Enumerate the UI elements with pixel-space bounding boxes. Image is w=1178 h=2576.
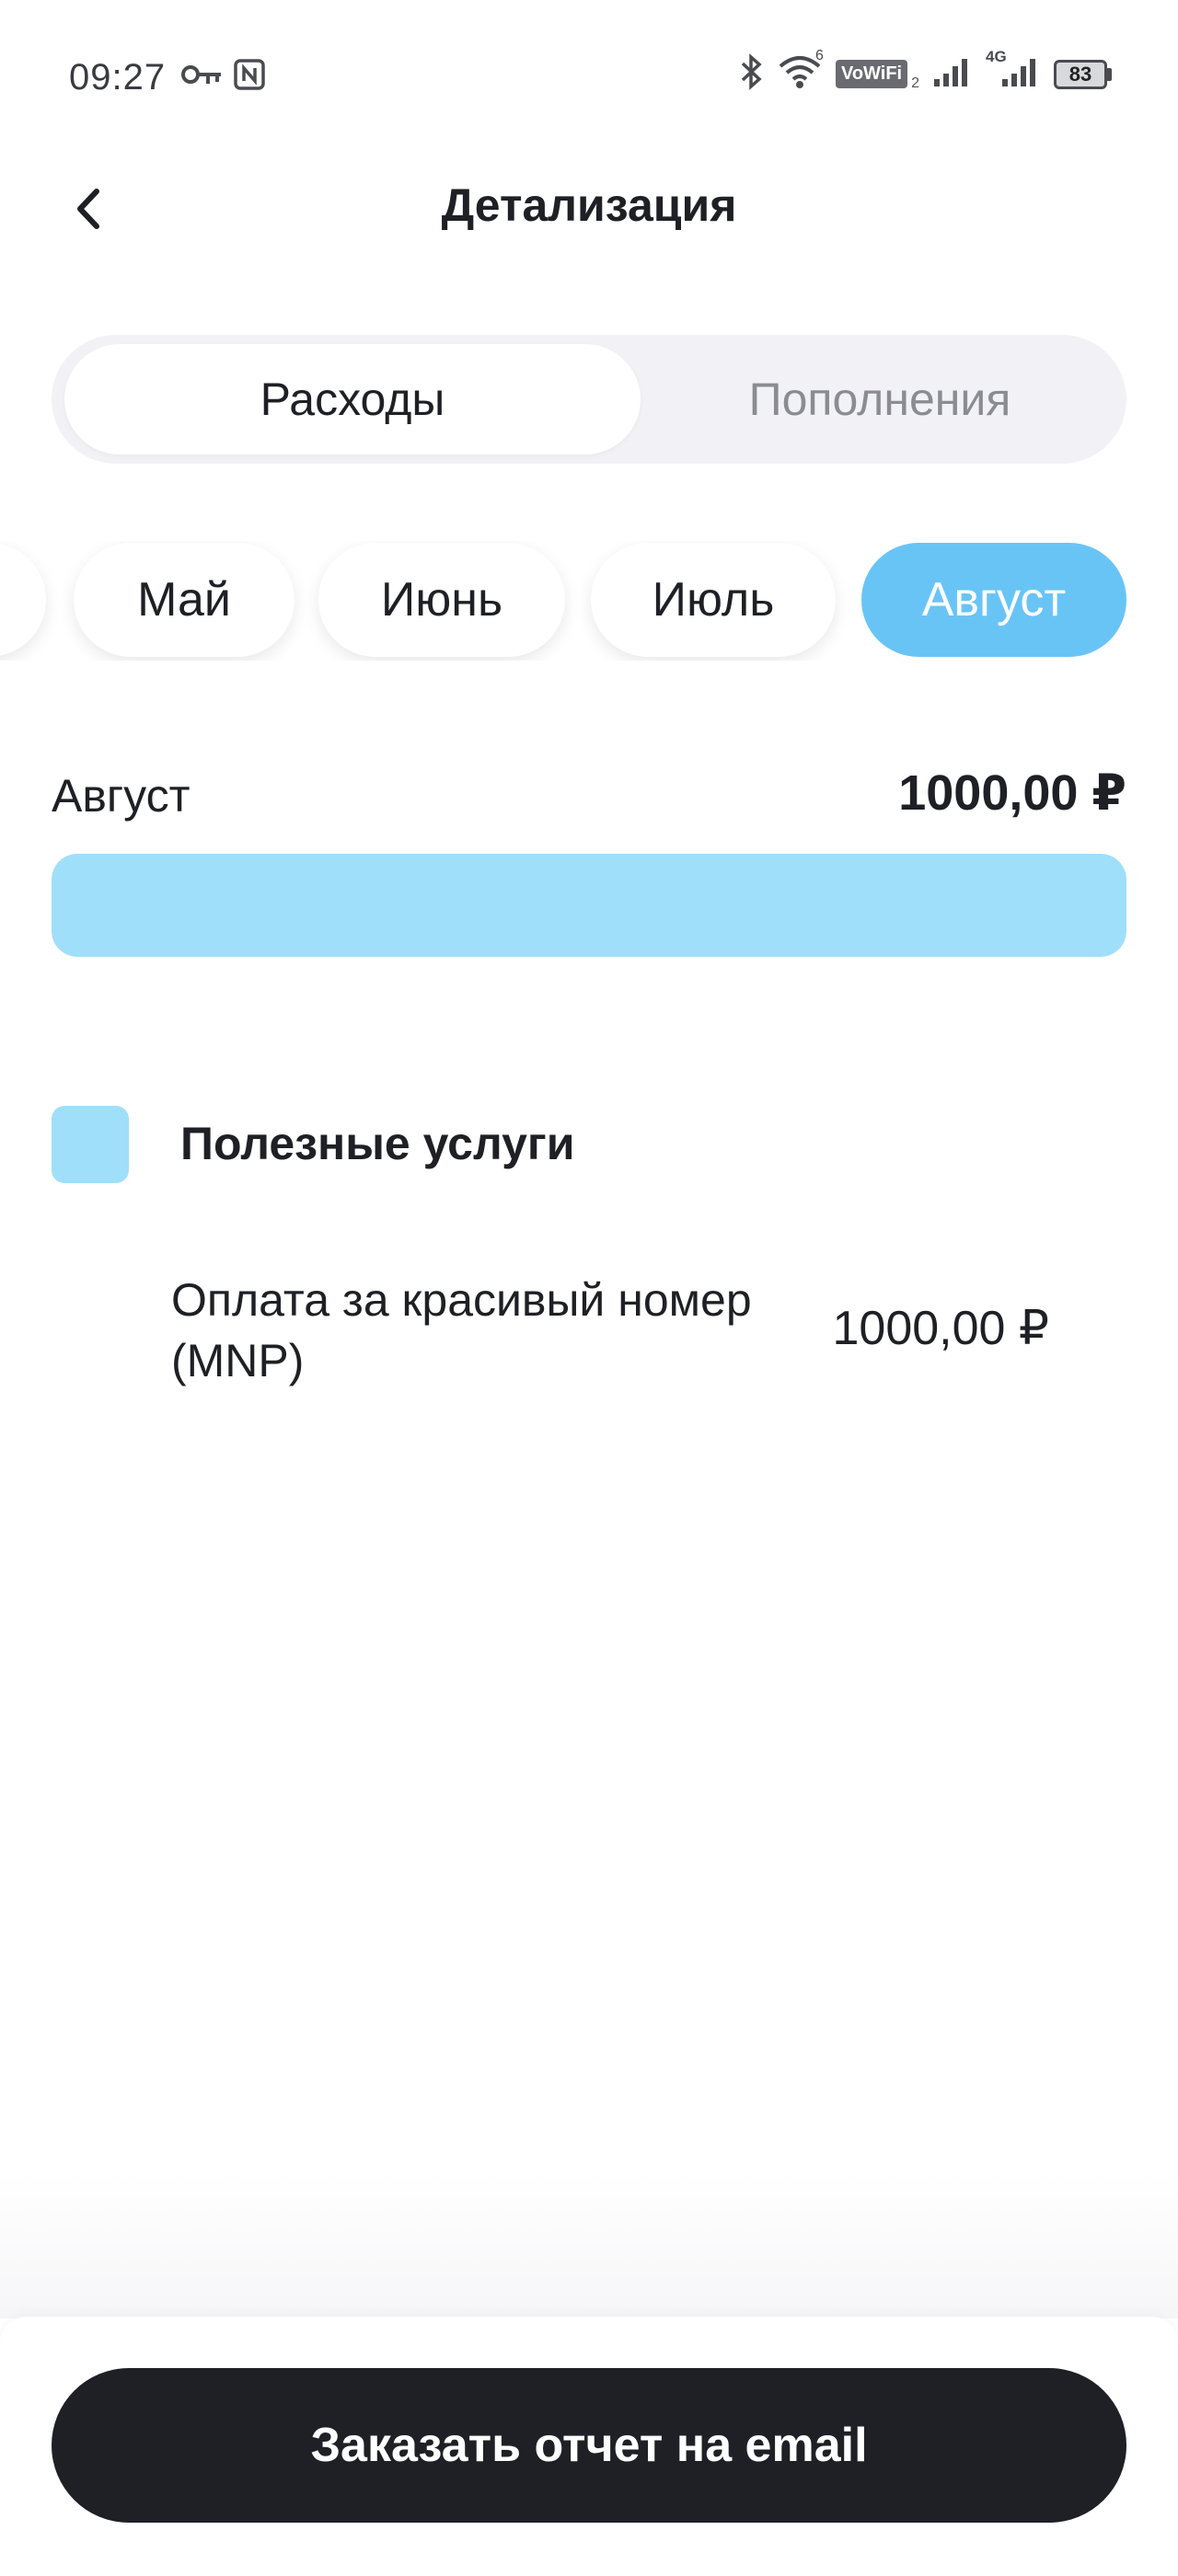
network-label: 4G [986,48,1007,65]
page-title: Детализация [441,179,737,231]
tab-top-ups[interactable]: Пополнения [641,344,1119,454]
spending-bar-fill [52,854,1126,957]
battery-level: 83 [1054,59,1107,89]
vowifi-badge: VoWiFi [835,60,908,88]
status-bar: 09:27 6 VoWiFi 2 4G 83 [0,0,1178,156]
signal-4g-icon: 4G [986,48,1041,93]
status-left-icons [180,59,265,95]
spending-bar [52,854,1126,957]
order-report-email-button[interactable]: Заказать отчет на email [52,2368,1126,2523]
segmented-control: Расходы Пополнения [52,335,1126,464]
category-color-swatch [52,1106,129,1183]
key-icon [180,61,223,93]
status-time: 09:27 [69,57,167,98]
bottom-fade [0,2171,1178,2318]
wifi-label: 6 [814,48,824,63]
month-chip-august[interactable]: Август [861,543,1126,657]
wifi-icon: 6 [777,48,824,95]
header: Детализация [0,156,1178,258]
month-selector: Май Июнь Июль Август [0,541,1178,661]
summary-month-label: Август [52,770,191,822]
month-chip-may[interactable]: Май [74,543,294,657]
battery-icon: 83 [1054,59,1112,89]
signal-icon [932,55,973,93]
month-chip-june[interactable]: Июнь [318,543,565,657]
vowifi-sub: 2 [911,75,919,91]
expense-item-name: Оплата за красивый номер (MNP) [171,1274,752,1386]
expense-item-amount: 1000,00 ₽ [832,1302,1050,1355]
month-chip-previous[interactable] [0,543,46,657]
bluetooth-icon [740,53,764,95]
month-chip-july[interactable]: Июль [591,543,836,657]
nfc-icon [234,59,265,95]
tab-expenses[interactable]: Расходы [64,344,641,454]
summary-total-amount: 1000,00 ₽ [898,765,1126,821]
status-right-icons: 6 VoWiFi 2 4G 83 [740,48,1112,95]
category-title: Полезные услуги [180,1118,575,1169]
